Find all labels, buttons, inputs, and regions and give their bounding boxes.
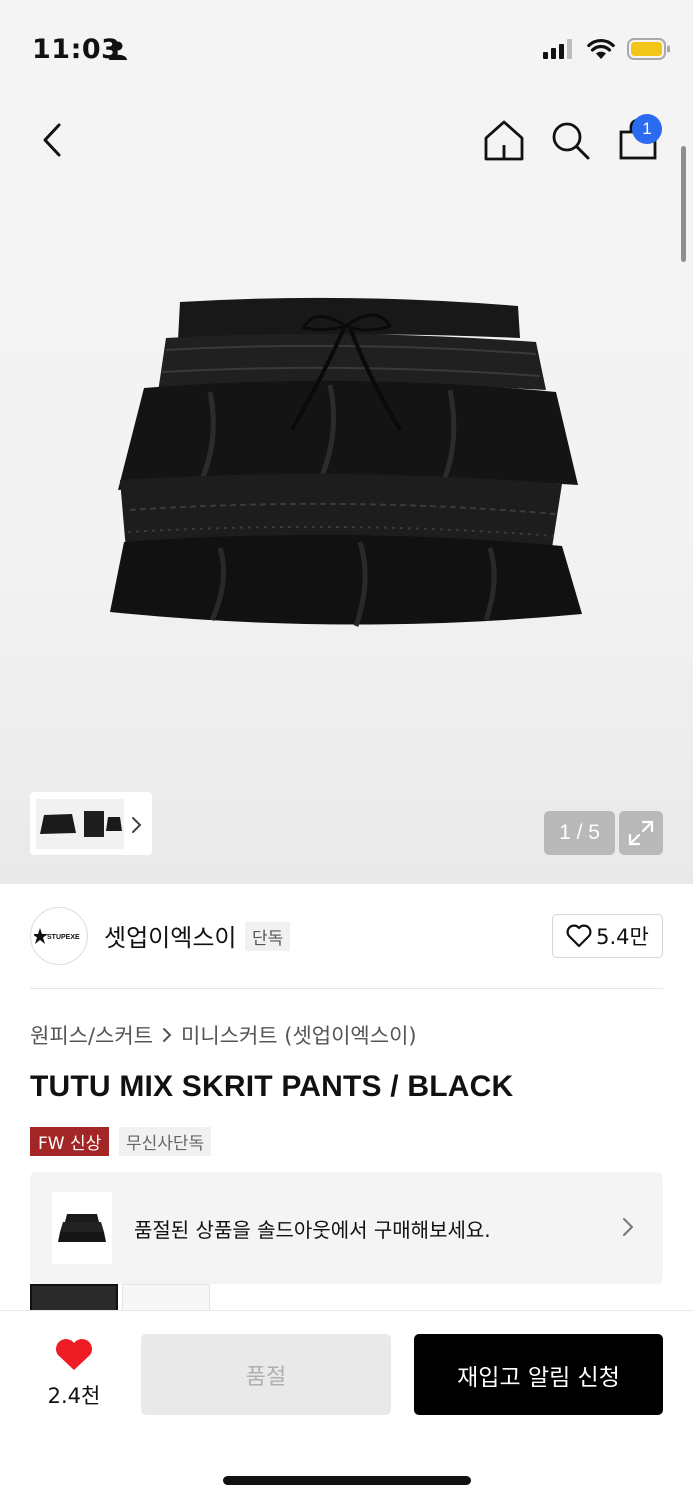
page-counter: 1 / 5	[544, 811, 615, 855]
soldout-button[interactable]: 품절	[141, 1334, 391, 1415]
color-options	[30, 1284, 210, 1310]
product-image[interactable]	[100, 280, 590, 650]
thumbnail-image[interactable]	[36, 798, 124, 849]
back-button[interactable]	[30, 118, 74, 162]
chevron-right-icon	[623, 1218, 634, 1236]
wish-count: 2.4천	[47, 1384, 101, 1408]
home-icon	[484, 120, 524, 161]
divider	[30, 988, 663, 989]
brand-like-button[interactable]: 5.4만	[552, 914, 663, 958]
heart-outline-icon	[566, 924, 592, 948]
status-bar: 11:03	[0, 0, 693, 100]
brand-exclusive-tag: 단독	[245, 922, 291, 951]
search-icon	[552, 122, 590, 160]
brand-name[interactable]: 셋업이엑스이	[104, 918, 236, 953]
exclusive-badge: 무신사단독	[119, 1127, 212, 1156]
signal-icon	[543, 39, 575, 63]
brand-logo[interactable]: STUPEXE	[30, 907, 88, 965]
person-icon	[108, 40, 128, 64]
search-button[interactable]	[548, 118, 592, 162]
color-option-black[interactable]	[30, 1284, 118, 1310]
color-option-white[interactable]	[122, 1284, 210, 1310]
scrollbar[interactable]	[681, 146, 686, 262]
cart-count-badge: 1	[632, 114, 662, 144]
soldout-banner[interactable]: 품절된 상품을 솔드아웃에서 구매해보세요.	[30, 1172, 663, 1284]
chevron-right-icon	[132, 817, 142, 833]
home-button[interactable]	[482, 118, 526, 162]
soldout-thumbnail	[52, 1192, 112, 1264]
home-indicator[interactable]	[223, 1476, 471, 1485]
heart-filled-icon[interactable]	[54, 1338, 94, 1372]
breadcrumb-category[interactable]: 원피스/스커트	[30, 1020, 153, 1050]
soldout-banner-text: 품절된 상품을 솔드아웃에서 구매해보세요.	[134, 1218, 491, 1242]
chevron-left-icon	[43, 123, 61, 157]
battery-icon	[627, 38, 671, 64]
chevron-right-icon	[163, 1028, 172, 1042]
brand-like-count: 5.4만	[596, 925, 649, 949]
expand-button[interactable]	[619, 811, 663, 855]
wifi-icon	[587, 38, 615, 64]
new-badge: FW 신상	[30, 1127, 110, 1156]
product-title: TUTU MIX SKRIT PANTS / BLACK	[30, 1070, 514, 1103]
restock-alert-button[interactable]: 재입고 알림 신청	[414, 1334, 663, 1415]
breadcrumb: 원피스/스커트 미니스커트 (셋업이엑스이)	[30, 1020, 417, 1050]
expand-icon	[628, 820, 654, 846]
svg-text:STUPEXE: STUPEXE	[47, 934, 80, 941]
breadcrumb-subcategory[interactable]: 미니스커트 (셋업이엑스이)	[181, 1020, 417, 1050]
